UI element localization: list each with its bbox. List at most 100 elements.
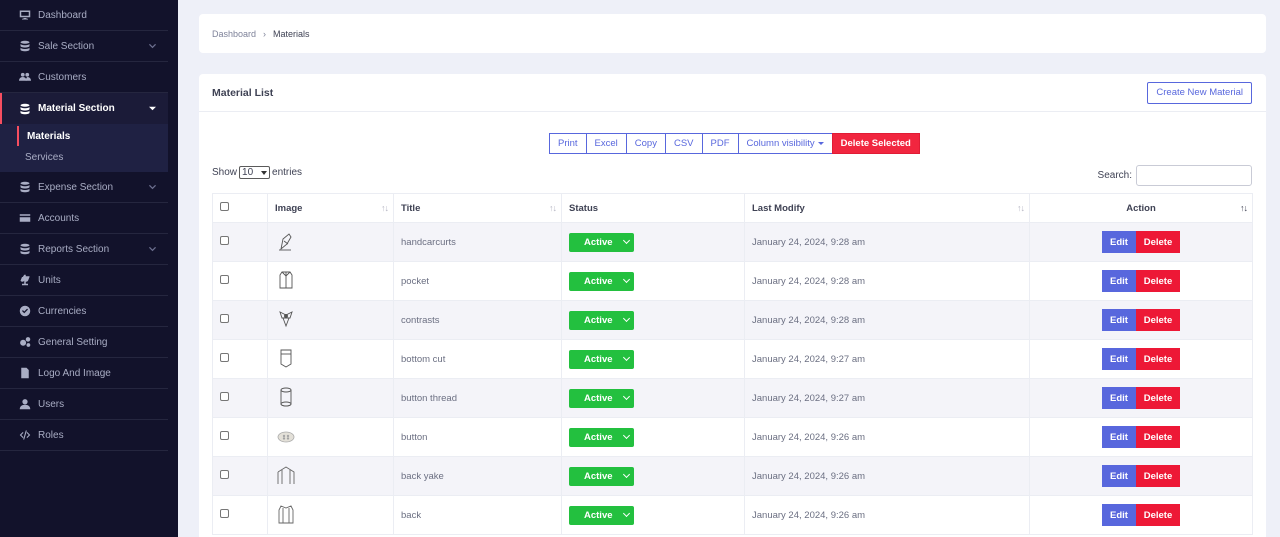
- column-header-label: Action: [1126, 202, 1156, 214]
- sidebar-item-expense-section[interactable]: Expense Section: [0, 172, 168, 203]
- sidebar-item-general-setting[interactable]: General Setting: [0, 327, 168, 358]
- breadcrumb-dashboard-link[interactable]: Dashboard: [212, 29, 256, 39]
- row-checkbox[interactable]: [220, 314, 229, 323]
- sidebar-item-sale-section[interactable]: Sale Section: [0, 31, 168, 62]
- sidebar-item-logo-and-image[interactable]: Logo And Image: [0, 358, 168, 389]
- sidebar-item-label: Material Section: [38, 103, 115, 114]
- row-checkbox[interactable]: [220, 431, 229, 440]
- action-cell: Edit Delete: [1029, 261, 1253, 301]
- chevron-down-icon: [622, 470, 631, 479]
- last-modify-column-header[interactable]: Last Modify ↑↓: [744, 193, 1030, 223]
- edit-button[interactable]: Edit: [1102, 270, 1136, 292]
- edit-button[interactable]: Edit: [1102, 231, 1136, 253]
- row-checkbox[interactable]: [220, 470, 229, 479]
- delete-button[interactable]: Delete: [1136, 348, 1180, 370]
- status-select[interactable]: Active: [569, 388, 634, 408]
- sidebar-subitem-materials[interactable]: Materials: [17, 126, 168, 146]
- status-select[interactable]: Active: [569, 427, 634, 447]
- sidebar-item-users[interactable]: Users: [0, 389, 168, 420]
- edit-button[interactable]: Edit: [1102, 504, 1136, 526]
- row-checkbox[interactable]: [220, 392, 229, 401]
- status-cell: Active: [561, 417, 745, 457]
- sidebar-item-accounts[interactable]: Accounts: [0, 203, 168, 234]
- create-new-material-button[interactable]: Create New Material: [1147, 81, 1252, 104]
- image-cell: [267, 339, 394, 379]
- copy-button[interactable]: Copy: [625, 133, 665, 154]
- edit-button[interactable]: Edit: [1102, 387, 1136, 409]
- edit-button[interactable]: Edit: [1102, 426, 1136, 448]
- sidebar-item-label: Accounts: [38, 212, 80, 224]
- status-select[interactable]: Active: [569, 466, 634, 486]
- delete-button[interactable]: Delete: [1136, 426, 1180, 448]
- sidebar-item-material-section[interactable]: Material Section: [0, 93, 168, 124]
- material-thumbnail: [275, 346, 297, 370]
- row-checkbox[interactable]: [220, 509, 229, 518]
- material-thumbnail: [275, 502, 297, 526]
- delete-button[interactable]: Delete: [1136, 465, 1180, 487]
- image-cell: [267, 495, 394, 535]
- sidebar-item-roles[interactable]: Roles: [0, 420, 168, 451]
- excel-button[interactable]: Excel: [585, 133, 626, 154]
- table-row: handcarcurts Active January 24, 2024, 9:…: [212, 222, 1253, 262]
- delete-button[interactable]: Delete: [1136, 270, 1180, 292]
- delete-button[interactable]: Delete: [1136, 504, 1180, 526]
- sidebar-item-reports-section[interactable]: Reports Section: [0, 234, 168, 265]
- breadcrumb-current: Materials: [273, 28, 310, 39]
- delete-button[interactable]: Delete: [1136, 231, 1180, 253]
- status-select[interactable]: Active: [569, 232, 634, 252]
- edit-button[interactable]: Edit: [1102, 309, 1136, 331]
- select-all-checkbox[interactable]: [220, 202, 229, 211]
- delete-selected-button[interactable]: Delete Selected: [831, 133, 920, 154]
- column-visibility-button[interactable]: Column visibility: [737, 133, 832, 154]
- page-length-select[interactable]: 10: [239, 166, 271, 179]
- edit-button[interactable]: Edit: [1102, 348, 1136, 370]
- date-cell: January 24, 2024, 9:28 am: [744, 222, 1030, 262]
- row-checkbox[interactable]: [220, 275, 229, 284]
- status-select[interactable]: Active: [569, 505, 634, 525]
- entries-label: entries: [272, 167, 303, 178]
- delete-button[interactable]: Delete: [1136, 309, 1180, 331]
- status-column-header: Status: [561, 193, 745, 223]
- sidebar-item-dashboard[interactable]: Dashboard: [0, 0, 168, 31]
- action-cell: Edit Delete: [1029, 300, 1253, 340]
- image-cell: [267, 378, 394, 418]
- select-all-header: [212, 193, 268, 223]
- sidebar-item-label: Logo And Image: [38, 367, 111, 379]
- sidebar-subitem-services[interactable]: Services: [0, 146, 168, 168]
- print-button[interactable]: Print: [549, 133, 586, 154]
- pdf-button[interactable]: PDF: [701, 133, 738, 154]
- column-header-label: Status: [569, 202, 599, 214]
- action-cell: Edit Delete: [1029, 417, 1253, 457]
- sidebar-item-label: Dashboard: [38, 9, 87, 21]
- delete-button[interactable]: Delete: [1136, 387, 1180, 409]
- caret-down-icon: [261, 170, 268, 175]
- sidebar-item-units[interactable]: Units: [0, 265, 168, 296]
- status-select[interactable]: Active: [569, 271, 634, 291]
- action-column-header[interactable]: Action ↑↓: [1029, 193, 1253, 223]
- status-value: Active: [584, 314, 613, 326]
- page-title: Material List: [212, 86, 274, 99]
- table-row: back yake Active January 24, 2024, 9:26 …: [212, 456, 1253, 496]
- row-checkbox[interactable]: [220, 236, 229, 245]
- csv-button[interactable]: CSV: [664, 133, 702, 154]
- database-icon: [18, 243, 31, 256]
- materials-table-wrap: Image ↑↓ Title ↑↓ Status Last Modify ↑↓ Act…: [212, 193, 1253, 535]
- search-input[interactable]: [1136, 165, 1252, 186]
- row-checkbox[interactable]: [220, 353, 229, 362]
- table-row: bottom cut Active January 24, 2024, 9:27…: [212, 339, 1253, 379]
- material-thumbnail: [275, 463, 297, 487]
- status-value: Active: [584, 470, 613, 482]
- image-column-header[interactable]: Image ↑↓: [267, 193, 394, 223]
- action-cell: Edit Delete: [1029, 378, 1253, 418]
- status-select[interactable]: Active: [569, 349, 634, 369]
- column-header-label: Title: [401, 202, 421, 214]
- chevron-down-icon: [622, 236, 631, 245]
- check-circle-icon: [18, 305, 31, 318]
- status-value: Active: [584, 431, 613, 443]
- edit-button[interactable]: Edit: [1102, 465, 1136, 487]
- status-cell: Active: [561, 456, 745, 496]
- sidebar-item-customers[interactable]: Customers: [0, 62, 168, 93]
- status-select[interactable]: Active: [569, 310, 634, 330]
- title-column-header[interactable]: Title ↑↓: [393, 193, 562, 223]
- sidebar-item-currencies[interactable]: Currencies: [0, 296, 168, 327]
